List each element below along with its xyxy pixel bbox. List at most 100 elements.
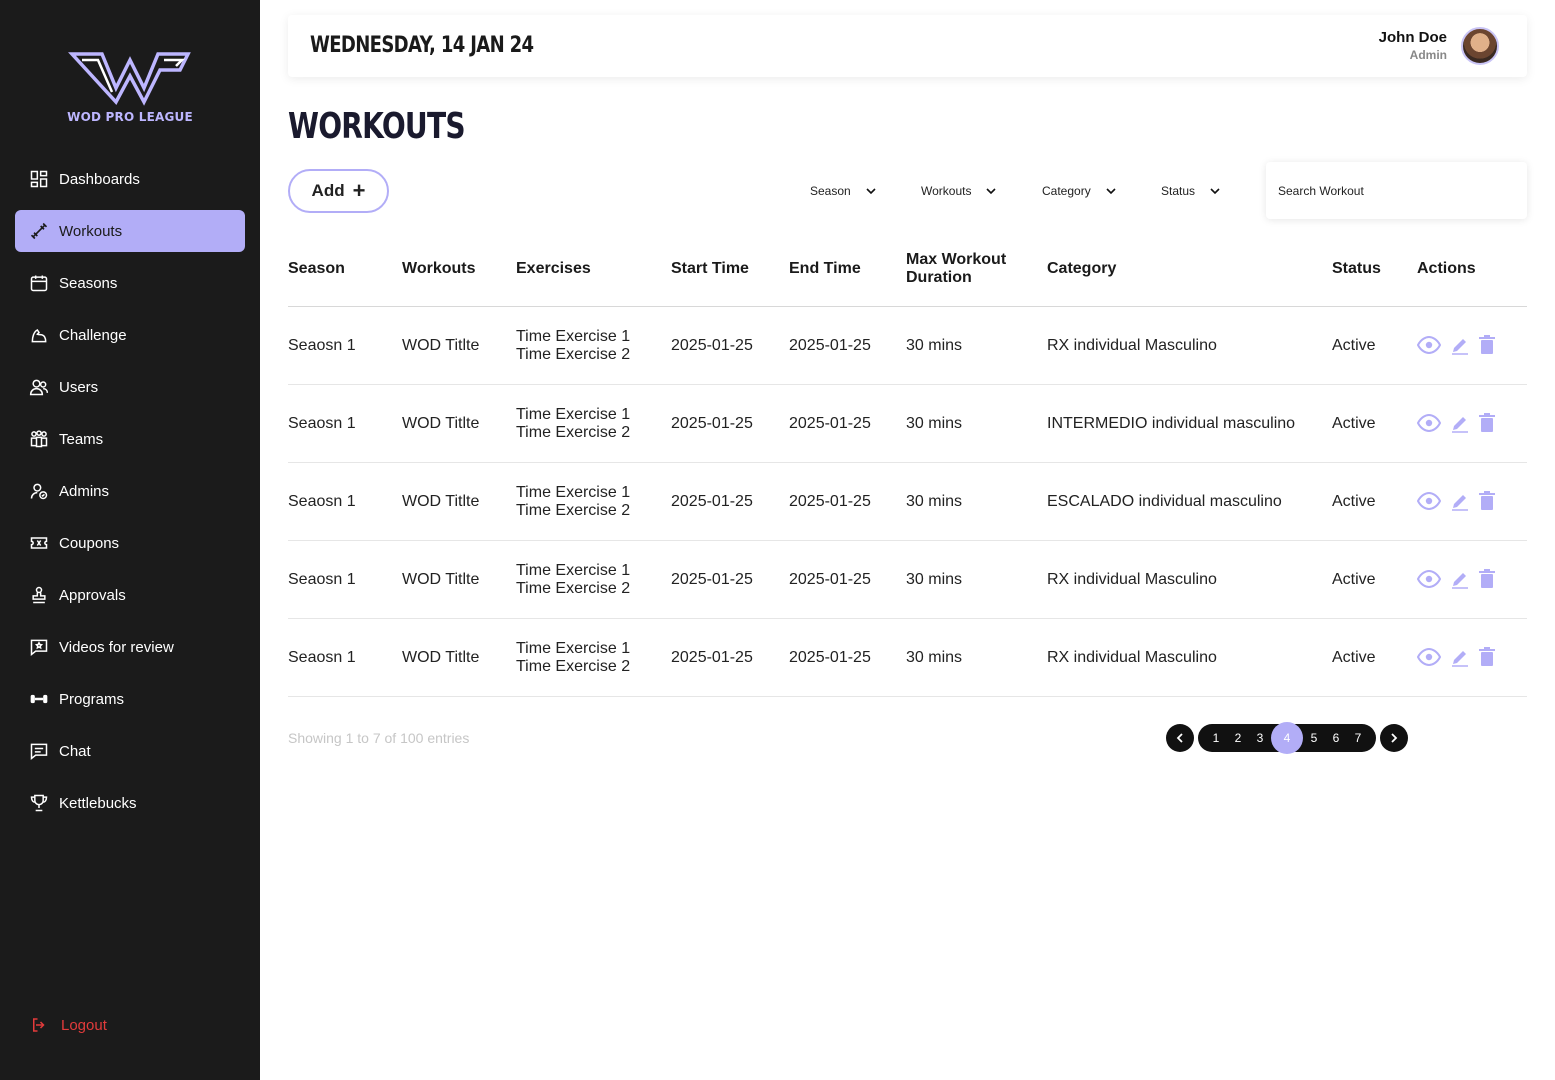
filter-category[interactable]: Category [1042, 181, 1117, 201]
cell-exercise: Time Exercise 1 [516, 328, 631, 345]
table-header: Season Workouts Exercises Start Time End… [288, 240, 1527, 307]
page-1-button[interactable]: 1 [1205, 731, 1227, 745]
sidebar-item-kettlebucks[interactable]: Kettlebucks [15, 782, 245, 824]
column-header-workouts[interactable]: Workouts [402, 260, 475, 278]
cell-status: Active [1332, 493, 1376, 510]
column-header-exercises[interactable]: Exercises [516, 260, 591, 278]
delete-icon[interactable] [1479, 413, 1495, 433]
cell-category: RX individual Masculino [1047, 571, 1217, 588]
page-2-button[interactable]: 2 [1227, 731, 1249, 745]
logout-button[interactable]: Logout [15, 1004, 245, 1046]
search-input[interactable] [1278, 183, 1508, 198]
cell-status: Active [1332, 337, 1376, 354]
cell-season: Seaosn 1 [288, 415, 356, 432]
sidebar-item-videos-for-review[interactable]: Videos for review [15, 626, 245, 668]
edit-icon[interactable] [1450, 491, 1470, 511]
sidebar-item-users[interactable]: Users [15, 366, 245, 408]
cell-start: 2025-01-25 [671, 571, 753, 588]
sidebar-item-label: Programs [59, 690, 125, 708]
sidebar-item-label: Chat [59, 742, 91, 760]
column-header-season[interactable]: Season [288, 260, 345, 278]
plus-icon: + [352, 178, 366, 203]
sidebar-item-workouts[interactable]: Workouts [15, 210, 245, 252]
delete-icon[interactable] [1479, 647, 1495, 667]
cell-exercise: Time Exercise 1 [516, 406, 631, 423]
cell-category: ESCALADO individual masculino [1047, 493, 1282, 510]
sidebar-item-teams[interactable]: Teams [15, 418, 245, 460]
view-icon[interactable] [1417, 570, 1441, 588]
teams-icon [29, 429, 49, 449]
view-icon[interactable] [1417, 648, 1441, 666]
delete-icon[interactable] [1479, 335, 1495, 355]
cell-workout: WOD Titlte [402, 415, 480, 432]
avatar[interactable] [1461, 27, 1499, 65]
column-header-end-time[interactable]: End Time [789, 260, 861, 278]
sidebar-item-label: Coupons [59, 534, 120, 552]
cell-exercise: Time Exercise 1 [516, 562, 631, 579]
page-5-button[interactable]: 5 [1303, 731, 1325, 745]
filter-workouts[interactable]: Workouts [921, 181, 997, 201]
cell-duration: 30 mins [906, 337, 963, 354]
filter-status[interactable]: Status [1161, 181, 1221, 201]
delete-icon[interactable] [1479, 491, 1495, 511]
sidebar-item-seasons[interactable]: Seasons [15, 262, 245, 304]
header-bar: WEDNESDAY, 14 JAN 24 John Doe Admin [288, 15, 1527, 77]
cell-workout: WOD Titlte [402, 649, 480, 666]
brand-logo[interactable]: WOD PRO LEAGUE [60, 48, 200, 128]
cell-workout: WOD Titlte [402, 571, 480, 588]
page-numbers: 1234567 [1198, 722, 1376, 754]
workouts-table: Season Workouts Exercises Start Time End… [288, 240, 1527, 697]
edit-icon[interactable] [1450, 647, 1470, 667]
brand-name: WOD PRO LEAGUE [67, 110, 193, 124]
sidebar-item-label: Workouts [59, 222, 123, 240]
column-header-start-time[interactable]: Start Time [671, 260, 749, 278]
video-review-icon [29, 637, 49, 657]
page-7-button[interactable]: 7 [1347, 731, 1369, 745]
page-3-button[interactable]: 3 [1249, 731, 1271, 745]
chevron-left-icon [1176, 733, 1183, 743]
view-icon[interactable] [1417, 336, 1441, 354]
edit-icon[interactable] [1450, 413, 1470, 433]
prev-page-button[interactable] [1166, 724, 1194, 752]
sidebar-item-label: Users [59, 378, 99, 396]
row-actions [1417, 491, 1504, 511]
page-6-button[interactable]: 6 [1325, 731, 1347, 745]
chevron-down-icon [1106, 188, 1116, 195]
view-icon[interactable] [1417, 414, 1441, 432]
table-row: Seaosn 1 WOD Titlte 2025-01-25 2025-01-25 30… [288, 619, 1527, 697]
page-4-button[interactable]: 4 [1271, 722, 1303, 754]
column-header-max-duration[interactable]: Max Workout Duration [906, 251, 1021, 287]
cell-category: RX individual Masculino [1047, 649, 1217, 666]
cell-exercise: Time Exercise 2 [516, 424, 631, 441]
next-page-button[interactable] [1380, 724, 1408, 752]
column-header-category[interactable]: Category [1047, 260, 1116, 278]
sidebar-item-coupons[interactable]: Coupons [15, 522, 245, 564]
sidebar-item-programs[interactable]: Programs [15, 678, 245, 720]
users-icon [29, 377, 49, 397]
chevron-down-icon [1210, 188, 1220, 195]
sidebar-item-chat[interactable]: Chat [15, 730, 245, 772]
sidebar-item-approvals[interactable]: Approvals [15, 574, 245, 616]
add-workout-button[interactable]: Add + [288, 169, 389, 213]
chevron-down-icon [866, 188, 876, 195]
dumbbell-icon [29, 221, 49, 241]
dashboard-icon [29, 169, 49, 189]
sidebar-item-dashboards[interactable]: Dashboards [15, 158, 245, 200]
edit-icon[interactable] [1450, 335, 1470, 355]
cell-start: 2025-01-25 [671, 337, 753, 354]
edit-icon[interactable] [1450, 569, 1470, 589]
cell-duration: 30 mins [906, 415, 963, 432]
logout-icon [29, 1015, 49, 1035]
filter-label: Category [1042, 184, 1091, 198]
sidebar-item-challenge[interactable]: Challenge [15, 314, 245, 356]
sidebar-item-admins[interactable]: Admins [15, 470, 245, 512]
add-button-label: Add [311, 181, 345, 200]
column-header-status[interactable]: Status [1332, 260, 1381, 278]
view-icon[interactable] [1417, 492, 1441, 510]
filter-season[interactable]: Season [810, 181, 877, 201]
table-row: Seaosn 1 WOD Titlte 2025-01-25 2025-01-25 30… [288, 307, 1527, 385]
stamp-icon [29, 585, 49, 605]
weights-icon [29, 689, 49, 709]
delete-icon[interactable] [1479, 569, 1495, 589]
user-info[interactable]: John Doe Admin [1379, 29, 1447, 62]
